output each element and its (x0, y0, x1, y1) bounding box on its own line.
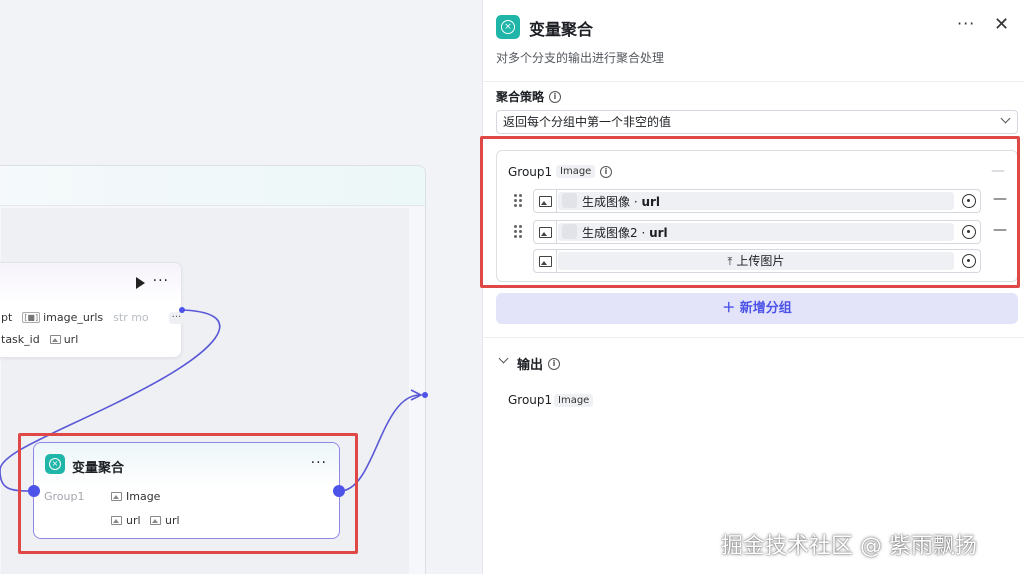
group-variable-row-2[interactable]: 生成图像2 · url (533, 220, 981, 244)
upload-image-button[interactable]: ⤒ 上传图片 (558, 252, 954, 270)
variable-reference-field[interactable]: 生成图像2 · url (558, 223, 954, 241)
image-type-icon (150, 516, 161, 525)
info-icon[interactable]: i (600, 166, 612, 178)
aggregate-node-icon: × (496, 15, 520, 39)
panel-header: × 变量聚合 ··· ✕ 对多个分支的输出进行聚合处理 (483, 0, 1024, 82)
drag-handle-icon[interactable] (514, 194, 522, 207)
add-group-button[interactable]: ＋ 新增分组 (496, 293, 1018, 324)
info-icon[interactable]: i (549, 90, 562, 103)
group-output-port[interactable] (422, 392, 428, 398)
group-name: Group1 (508, 165, 553, 179)
image-type-icon (111, 492, 122, 501)
group-type-label: Image (126, 490, 161, 503)
info-icon[interactable]: i (548, 357, 561, 370)
group-type-chip: Image (556, 165, 596, 178)
drag-handle-icon[interactable] (514, 225, 522, 238)
aggregate-node-icon: × (45, 454, 65, 474)
variable-reference-field[interactable]: 生成图像 · url (558, 192, 954, 210)
image-type-icon[interactable] (534, 250, 557, 272)
output-task-id-partial: task_id (1, 333, 40, 346)
group-variable-row-1[interactable]: 生成图像 · url (533, 189, 981, 213)
add-group-label: 新增分组 (739, 301, 792, 316)
variable-picker-icon[interactable] (962, 254, 976, 268)
aggregate-input-port[interactable] (28, 485, 40, 497)
strategy-label: 聚合策略 i (496, 88, 562, 105)
aggregate-node-header: × 变量聚合 ··· (34, 443, 339, 487)
image-gen-node[interactable]: ··· pt [■] image_urls str mo ··· task_id… (0, 262, 185, 358)
output-label-text: 输出 (517, 358, 544, 373)
group-label: Group1 (44, 490, 85, 503)
strategy-label-text: 聚合策略 (496, 90, 545, 104)
image-type-icon[interactable] (534, 221, 557, 243)
node-output-row-2: task_id url (1, 333, 78, 346)
group-type-tag: Image (111, 490, 160, 503)
node-more-icon[interactable]: ··· (153, 273, 169, 289)
group-input-label-1: url (126, 514, 141, 527)
workflow-canvas[interactable]: ··· pt [■] image_urls str mo ··· task_id… (0, 0, 482, 574)
group-upload-row[interactable]: ⤒ 上传图片 (533, 249, 981, 273)
output-image-urls-label: image_urls (43, 311, 104, 324)
chevron-down-icon[interactable] (498, 353, 509, 364)
remove-row-icon[interactable]: — (993, 222, 1007, 238)
group-input-label-2: url (165, 514, 180, 527)
section-divider (483, 337, 1024, 338)
variable-picker-icon[interactable] (962, 225, 976, 239)
plus-icon: ＋ (722, 301, 740, 316)
image-urls-output-port[interactable] (179, 307, 185, 313)
panel-description: 对多个分支的输出进行聚合处理 (496, 51, 665, 65)
output-variable-name: Group1 (508, 393, 553, 407)
output-section-label: 输出 i (517, 354, 561, 373)
watermark-text: 掘金技术社区 @ 紫雨飘扬 (721, 534, 977, 559)
group-card: Group1 Image i — 生成图像 · url — 生成图像2 · ur… (496, 150, 1018, 282)
chevron-down-icon (1000, 113, 1011, 124)
upload-icon: ⤒ (727, 255, 733, 268)
group-input-tag-1: url (111, 514, 141, 527)
image-type-icon (49, 335, 61, 344)
more-icon[interactable]: ··· (957, 14, 975, 33)
strategy-select-value: 返回每个分组中第一个非空的值 (503, 115, 672, 129)
remove-row-icon[interactable]: — (993, 191, 1007, 207)
image-type-icon (111, 516, 122, 525)
array-icon: [■] (22, 312, 41, 323)
variable-aggregate-node[interactable]: × 变量聚合 ··· Group1 Image url url (33, 442, 340, 539)
node-more-icon[interactable]: ··· (311, 455, 327, 471)
panel-title: 变量聚合 (529, 20, 594, 39)
node-ref-icon (562, 224, 577, 239)
output-tag-image-urls: [■] image_urls (22, 311, 103, 324)
image-gen-node-header: ··· (0, 263, 181, 303)
wire-aggregate-to-output (339, 394, 421, 492)
output-faded-label: str mo (113, 311, 149, 324)
aggregate-output-port[interactable] (333, 485, 345, 497)
output-tag-url: url (49, 333, 79, 346)
node-config-panel: × 变量聚合 ··· ✕ 对多个分支的输出进行聚合处理 聚合策略 i 返回每个分… (480, 0, 1024, 574)
variable-picker-icon[interactable] (962, 194, 976, 208)
variable-reference-text: 生成图像2 · url (582, 226, 668, 240)
node-ref-icon (562, 193, 577, 208)
group-input-tag-2: url (150, 514, 180, 527)
output-name-partial: pt (1, 311, 13, 324)
close-icon[interactable]: ✕ (994, 14, 1009, 35)
variable-reference-text: 生成图像 · url (582, 195, 661, 209)
more-outputs-chip[interactable]: ··· (168, 311, 185, 324)
upload-label: 上传图片 (736, 254, 785, 268)
strategy-select[interactable]: 返回每个分组中第一个非空的值 (496, 110, 1018, 134)
aggregate-node-title: 变量聚合 (72, 461, 125, 476)
output-type-chip: Image (554, 394, 594, 407)
play-icon[interactable] (136, 277, 145, 289)
output-url-label: url (63, 333, 79, 346)
remove-group-icon[interactable]: — (991, 163, 1005, 179)
image-type-icon[interactable] (534, 190, 557, 212)
node-output-row-1: pt [■] image_urls str mo ··· (1, 311, 185, 324)
